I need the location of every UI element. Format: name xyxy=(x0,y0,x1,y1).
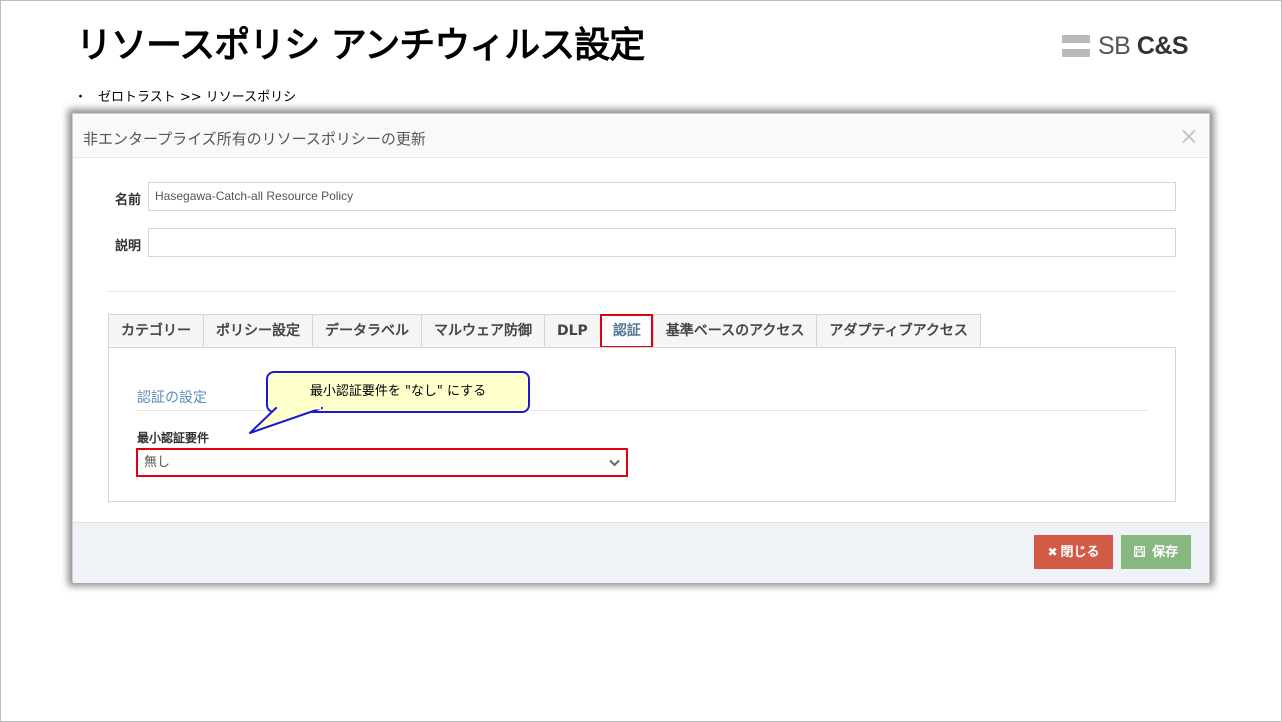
breadcrumb-text: ゼロトラスト >> リソースポリシ xyxy=(98,90,297,105)
modal-footer: ✖ 閉じる 保存 xyxy=(73,522,1209,583)
modal-title: 非エンタープライズ所有のリソースポリシーの更新 xyxy=(83,130,426,148)
min-auth-value: 無し xyxy=(144,455,171,470)
times-icon: ✖ xyxy=(1047,545,1058,559)
name-input[interactable]: Hasegawa-Catch-all Resource Policy xyxy=(148,182,1176,211)
tab-authentication[interactable]: 認証 xyxy=(599,314,653,348)
description-input[interactable] xyxy=(148,228,1176,257)
tab-adaptive-access[interactable]: アダプティブアクセス xyxy=(816,314,981,348)
min-auth-select[interactable]: 無し xyxy=(136,448,628,477)
save-button-label: 保存 xyxy=(1152,545,1179,560)
section-title: 認証の設定 xyxy=(137,390,207,406)
save-button[interactable]: 保存 xyxy=(1121,535,1191,569)
close-button-label: 閉じる xyxy=(1060,545,1100,560)
tab-data-labels[interactable]: データラベル xyxy=(312,314,421,348)
name-label: 名前 xyxy=(115,193,142,208)
close-button[interactable]: ✖ 閉じる xyxy=(1034,535,1113,569)
form-divider xyxy=(108,291,1176,292)
update-policy-modal: 非エンタープライズ所有のリソースポリシーの更新 × 名前 Hasegawa-Ca… xyxy=(72,113,1210,583)
slide-title: リソースポリシ アンチウィルス設定 xyxy=(76,25,645,66)
logo-cs: C&S xyxy=(1136,31,1189,60)
tab-category[interactable]: カテゴリー xyxy=(108,314,203,348)
policy-tabs: カテゴリー ポリシー設定 データラベル マルウェア防御 DLP 認証 基準ベース… xyxy=(108,314,981,348)
logo-bars-icon xyxy=(1062,35,1090,57)
modal-header: 非エンタープライズ所有のリソースポリシーの更新 × xyxy=(73,114,1209,158)
tab-dlp[interactable]: DLP xyxy=(544,314,600,348)
tab-malware-protection[interactable]: マルウェア防御 xyxy=(421,314,544,348)
close-icon[interactable]: × xyxy=(1179,124,1199,148)
floppy-icon xyxy=(1133,545,1149,559)
company-logo: SB C&S xyxy=(1062,31,1189,60)
logo-sb: SB xyxy=(1098,31,1131,60)
breadcrumb-bullet: ・ xyxy=(74,90,88,105)
breadcrumb: ・ゼロトラスト >> リソースポリシ xyxy=(74,86,296,105)
callout-tail xyxy=(249,406,323,434)
tab-policy-settings[interactable]: ポリシー設定 xyxy=(203,314,312,348)
tab-criteria-based-access[interactable]: 基準ベースのアクセス xyxy=(652,314,817,348)
chevron-down-icon xyxy=(609,450,620,475)
description-label: 説明 xyxy=(115,239,142,254)
min-auth-label: 最小認証要件 xyxy=(137,431,210,445)
